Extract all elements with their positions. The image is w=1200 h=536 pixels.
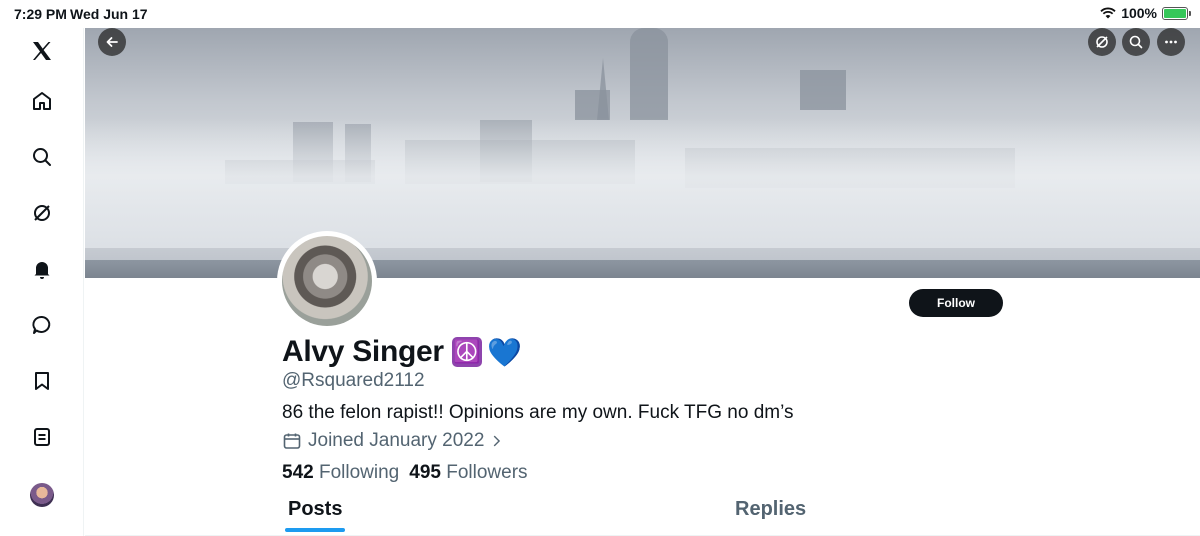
messages-icon[interactable] [29, 312, 55, 338]
display-name: Alvy Singer [282, 335, 444, 368]
more-icon [1165, 40, 1177, 44]
lists-icon[interactable] [29, 424, 55, 450]
tab-replies[interactable]: Replies [735, 498, 806, 521]
wifi-icon [1100, 7, 1116, 19]
sidebar [0, 28, 84, 536]
back-button[interactable] [98, 28, 126, 56]
peace-emoji: ☮️ [451, 337, 482, 367]
followers-count: 495 [409, 462, 441, 483]
back-arrow-icon [106, 37, 118, 47]
battery-percent: 100% [1121, 5, 1157, 21]
search-button[interactable] [1122, 28, 1150, 56]
grok-icon[interactable] [29, 200, 55, 226]
profile-main: Follow Alvy Singer ☮️ 💙 @Rsquared2112 86… [85, 28, 1200, 536]
battery-icon [1162, 6, 1191, 20]
home-icon[interactable] [29, 88, 55, 114]
search-icon[interactable] [29, 144, 55, 170]
chevron-right-icon [494, 435, 501, 447]
followers-link[interactable]: 495 Followers [409, 462, 527, 484]
bookmarks-icon[interactable] [29, 368, 55, 394]
status-right: 100% [1100, 5, 1191, 21]
profile-avatar[interactable] [277, 231, 377, 331]
follow-button[interactable]: Follow [909, 289, 1003, 317]
followers-label: Followers [446, 462, 528, 483]
following-link[interactable]: 542 Following [282, 462, 399, 484]
more-button[interactable] [1157, 28, 1185, 56]
profile-tabs: Posts Replies [85, 496, 1200, 536]
profile-banner [85, 28, 1200, 278]
tab-posts[interactable]: Posts [288, 498, 342, 521]
calendar-icon [283, 433, 301, 449]
user-handle: @Rsquared2112 [282, 370, 425, 391]
following-label: Following [318, 462, 400, 483]
name-row: Alvy Singer ☮️ 💙 [282, 335, 523, 369]
status-date: Wed Jun 17 [70, 6, 148, 22]
search-icon [1129, 35, 1143, 49]
notifications-icon[interactable] [29, 256, 55, 282]
account-avatar[interactable] [30, 483, 54, 507]
status-time: 7:29 PM [14, 6, 67, 22]
joined-text: Joined January 2022 [308, 430, 485, 451]
following-count: 542 [282, 462, 314, 483]
tab-indicator [285, 528, 345, 532]
status-bar: 7:29 PM Wed Jun 17 100% [0, 0, 1200, 28]
follow-counts: 542 Following 495 Followers [282, 462, 528, 484]
x-logo-icon[interactable] [29, 38, 55, 64]
grok-button[interactable] [1088, 28, 1116, 56]
joined-date[interactable]: Joined January 2022 [282, 430, 504, 452]
blue-heart-emoji: 💙 [487, 336, 523, 368]
profile-bio: 86 the felon rapist!! Opinions are my ow… [282, 402, 794, 423]
grok-icon [1096, 36, 1108, 48]
